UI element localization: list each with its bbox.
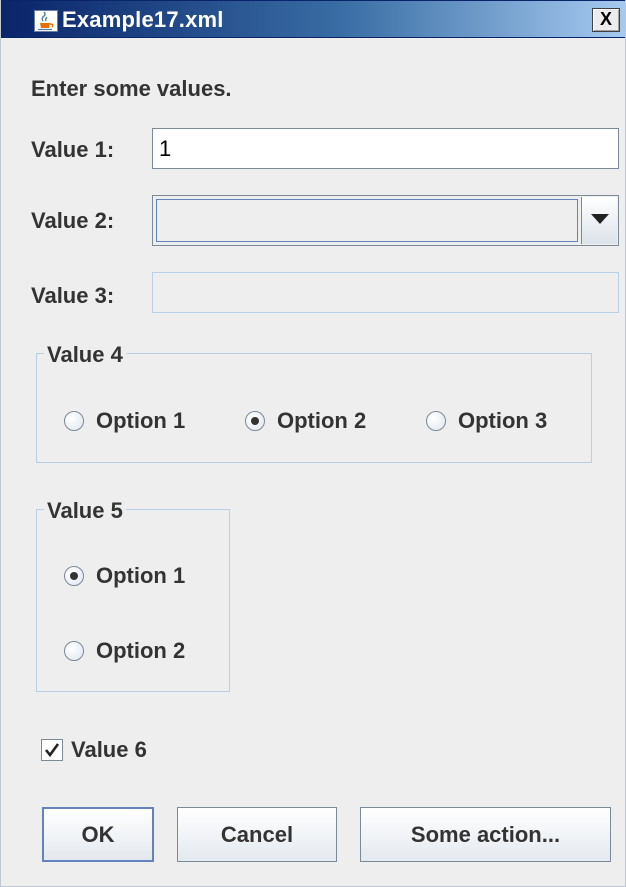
value2-label: Value 2: [31, 208, 115, 233]
value5-option-2-radio[interactable]: Option 2 [64, 638, 185, 664]
close-icon: X [599, 9, 612, 29]
value5-option-2-label: Option 2 [96, 638, 186, 663]
value4-option-1-radio[interactable]: Option 1 [64, 408, 185, 434]
radio-checked-icon [245, 411, 265, 431]
java-cup-icon [34, 10, 58, 32]
checkmark-icon [41, 739, 63, 761]
value5-group-title: Value 5 [44, 498, 126, 524]
dialog-window: Example17.xml X Enter some values. Value… [0, 0, 626, 887]
radio-unchecked-icon [64, 411, 84, 431]
chevron-down-icon [591, 214, 609, 224]
radio-checked-icon [64, 566, 84, 586]
title-bar[interactable]: Example17.xml X [1, 0, 625, 38]
value1-label: Value 1: [31, 137, 115, 162]
value3-input [152, 272, 619, 313]
value3-label: Value 3: [31, 283, 115, 308]
cancel-button[interactable]: Cancel [177, 807, 337, 862]
dropdown-arrow-button[interactable] [581, 197, 617, 244]
instruction-text: Enter some values. [31, 76, 232, 101]
window-title: Example17.xml [62, 7, 224, 32]
value5-group: Value 5 [36, 498, 230, 692]
radio-unchecked-icon [64, 641, 84, 661]
close-button[interactable]: X [592, 8, 620, 32]
value5-option-1-label: Option 1 [96, 563, 186, 588]
value6-checkbox[interactable]: Value 6 [41, 737, 147, 763]
ok-button[interactable]: OK [42, 807, 154, 862]
value4-option-3-radio[interactable]: Option 3 [426, 408, 547, 434]
value5-option-1-radio[interactable]: Option 1 [64, 563, 185, 589]
value4-option-3-label: Option 3 [458, 408, 548, 433]
some-action-button[interactable]: Some action... [360, 807, 611, 862]
value6-label: Value 6 [71, 737, 147, 762]
value4-option-2-label: Option 2 [277, 408, 367, 433]
radio-unchecked-icon [426, 411, 446, 431]
value4-option-1-label: Option 1 [96, 408, 186, 433]
value2-combobox[interactable] [152, 195, 619, 246]
value4-option-2-radio[interactable]: Option 2 [245, 408, 366, 434]
value4-group-title: Value 4 [44, 342, 126, 368]
value1-input[interactable] [152, 128, 619, 169]
value2-selected-value [156, 199, 578, 242]
